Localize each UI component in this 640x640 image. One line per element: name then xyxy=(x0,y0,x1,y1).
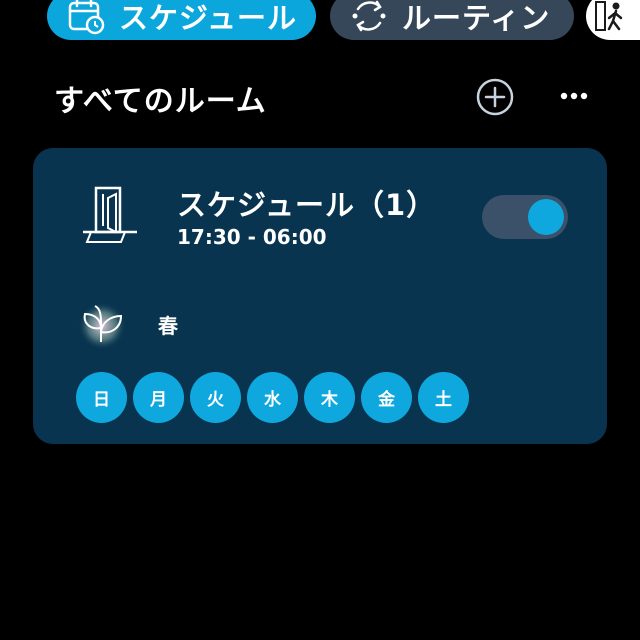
routine-cycle-icon xyxy=(350,0,388,35)
day-wed[interactable]: 水 xyxy=(247,372,298,423)
day-fri[interactable]: 金 xyxy=(361,372,412,423)
day-sun[interactable]: 日 xyxy=(76,372,127,423)
day-tue[interactable]: 火 xyxy=(190,372,241,423)
card-title: スケジュール（1） xyxy=(177,188,437,222)
day-mon[interactable]: 月 xyxy=(133,372,184,423)
tab-bar: スケジュール ルーティン xyxy=(0,0,640,40)
tab-schedule[interactable]: スケジュール xyxy=(47,0,316,40)
schedule-card[interactable]: スケジュール（1） 17:30 - 06:00 春 日 月 火 水 木 金 土 xyxy=(33,148,607,444)
add-circle-icon xyxy=(475,78,515,121)
tab-schedule-label: スケジュール xyxy=(119,1,297,35)
card-time: 17:30 - 06:00 xyxy=(177,225,327,249)
tab-routine-label: ルーティン xyxy=(402,1,551,35)
season-label: 春 xyxy=(158,314,178,338)
toggle-knob xyxy=(528,199,564,235)
day-thu[interactable]: 木 xyxy=(304,372,355,423)
day-sat[interactable]: 土 xyxy=(418,372,469,423)
schedule-toggle[interactable] xyxy=(482,195,568,239)
more-button[interactable] xyxy=(556,85,592,107)
walking-person-icon xyxy=(592,0,632,36)
more-dots-icon xyxy=(556,92,592,111)
page-title: すべてのルーム xyxy=(54,84,267,119)
tab-routine[interactable]: ルーティン xyxy=(330,0,574,40)
weekday-row: 日 月 火 水 木 金 土 xyxy=(76,372,469,423)
door-sensor-icon xyxy=(81,186,139,248)
add-button[interactable] xyxy=(475,77,515,117)
tab-away[interactable] xyxy=(586,0,640,40)
calendar-clock-icon xyxy=(67,0,105,35)
spring-sprout-icon xyxy=(77,298,131,350)
